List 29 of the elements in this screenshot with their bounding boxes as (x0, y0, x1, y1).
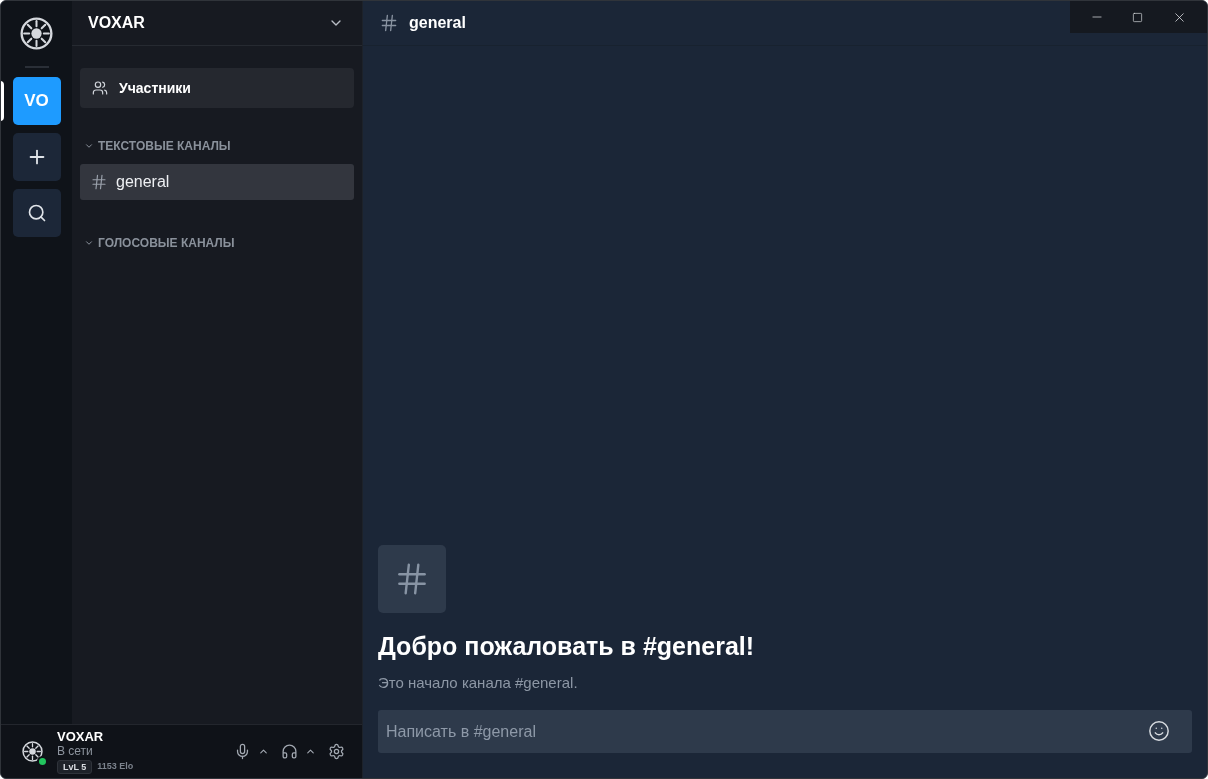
user-status: В сети (57, 744, 94, 759)
microphone-icon[interactable] (234, 743, 251, 760)
hash-icon (379, 13, 399, 33)
category-label[interactable]: ТЕКСТОВЫЕ КАНАЛЫ (98, 137, 231, 155)
users-icon (92, 80, 108, 96)
emoji-icon[interactable] (1148, 720, 1170, 742)
welcome-title: Добро пожаловать в #general! (378, 632, 756, 661)
selection-indicator (1, 81, 4, 121)
elo-rating: 1153 Elo (97, 760, 134, 774)
search-icon (26, 203, 47, 223)
channel-item[interactable]: general (80, 164, 354, 200)
hash-icon (90, 173, 108, 191)
headphones-icon[interactable] (281, 743, 298, 760)
members-button[interactable]: Участники (80, 68, 354, 108)
add-server-button[interactable] (12, 133, 61, 181)
wheel-logo-icon (20, 17, 53, 50)
server-name: VOXAR (88, 13, 145, 33)
message-input[interactable]: Написать в #general (378, 710, 1192, 753)
level-badge: LvL 5 (57, 760, 93, 774)
user-avatar-icon (22, 741, 43, 762)
server-tile[interactable]: VO (12, 77, 61, 125)
welcome-subtitle: Это начало канала #general. (378, 673, 579, 693)
user-name: VOXAR (57, 729, 105, 744)
search-button[interactable] (12, 189, 61, 237)
maximize-icon[interactable] (1132, 11, 1144, 23)
category-label[interactable]: ГОЛОСОВЫЕ КАНАЛЫ (98, 234, 235, 252)
settings-icon[interactable] (328, 743, 345, 760)
channel-title: general (409, 13, 466, 33)
channel-hash-icon (378, 545, 446, 613)
